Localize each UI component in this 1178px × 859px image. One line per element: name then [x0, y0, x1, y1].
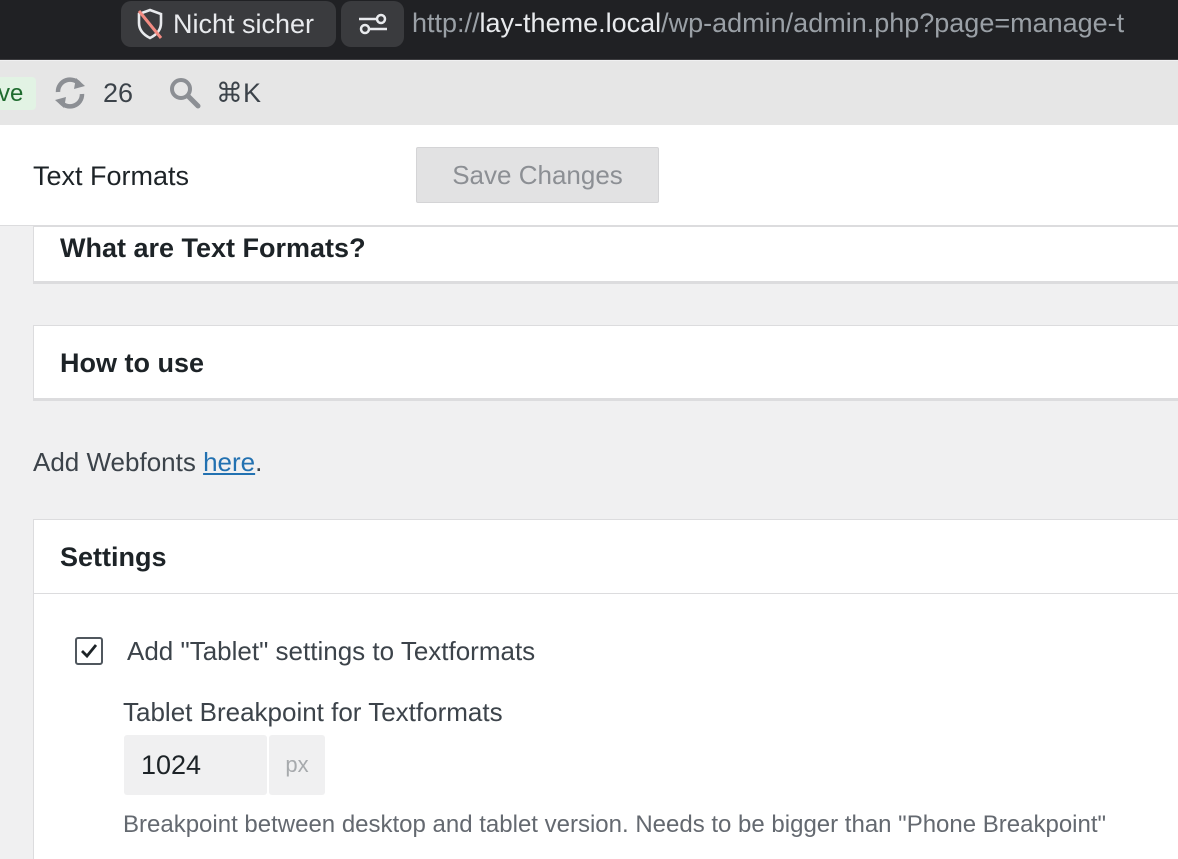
url-host: lay-theme.local: [479, 8, 662, 38]
how-to-use-panel[interactable]: How to use: [33, 325, 1178, 401]
breakpoint-help-text: Breakpoint between desktop and tablet ve…: [123, 811, 1107, 838]
security-indicator[interactable]: Nicht sicher: [121, 1, 336, 47]
tablet-settings-label[interactable]: Add "Tablet" settings to Textformats: [127, 635, 535, 667]
settings-header: Settings: [34, 520, 1178, 594]
live-badge[interactable]: ve: [0, 77, 36, 110]
page-title: Text Formats: [33, 161, 190, 191]
tablet-breakpoint-input[interactable]: [124, 735, 267, 795]
panel-title-what[interactable]: What are Text Formats?: [60, 233, 366, 264]
search-shortcut: ⌘K: [216, 78, 262, 108]
page-header: Text Formats Save Changes: [0, 125, 1178, 226]
settings-panel: Settings Add "Tablet" settings to Textfo…: [33, 519, 1178, 859]
webfonts-prefix: Add Webfonts: [33, 447, 204, 477]
tablet-settings-checkbox[interactable]: [75, 637, 103, 665]
wp-admin-bar: ve 26 ⌘K: [0, 61, 1178, 125]
url-path: /wp-admin/admin.php?page=manage-t: [661, 8, 1125, 38]
site-settings-button[interactable]: [341, 1, 404, 47]
add-webfonts-text: Add Webfonts here.: [33, 446, 262, 478]
webfonts-here-link[interactable]: here: [203, 447, 255, 477]
tablet-breakpoint-label: Tablet Breakpoint for Textformats: [123, 697, 503, 727]
webfonts-suffix: .: [255, 447, 263, 477]
search-icon[interactable]: [168, 76, 202, 110]
browser-toolbar: Nicht sicher http://lay-theme.local/wp-a…: [0, 0, 1178, 60]
tune-icon: [358, 13, 387, 35]
panel-title-how[interactable]: How to use: [60, 348, 204, 379]
sync-icon[interactable]: [52, 76, 88, 110]
save-changes-button[interactable]: Save Changes: [416, 147, 659, 203]
settings-title: Settings: [60, 542, 167, 572]
breakpoint-unit: px: [269, 735, 325, 795]
sync-count: 26: [103, 78, 134, 108]
address-bar[interactable]: http://lay-theme.local/wp-admin/admin.ph…: [412, 6, 1124, 40]
security-label: Nicht sicher: [173, 8, 315, 39]
what-are-text-formats-panel[interactable]: What are Text Formats?: [33, 226, 1178, 284]
checkmark-icon: [81, 644, 98, 659]
url-scheme: http://: [412, 8, 480, 38]
not-secure-shield-icon: [137, 8, 163, 40]
